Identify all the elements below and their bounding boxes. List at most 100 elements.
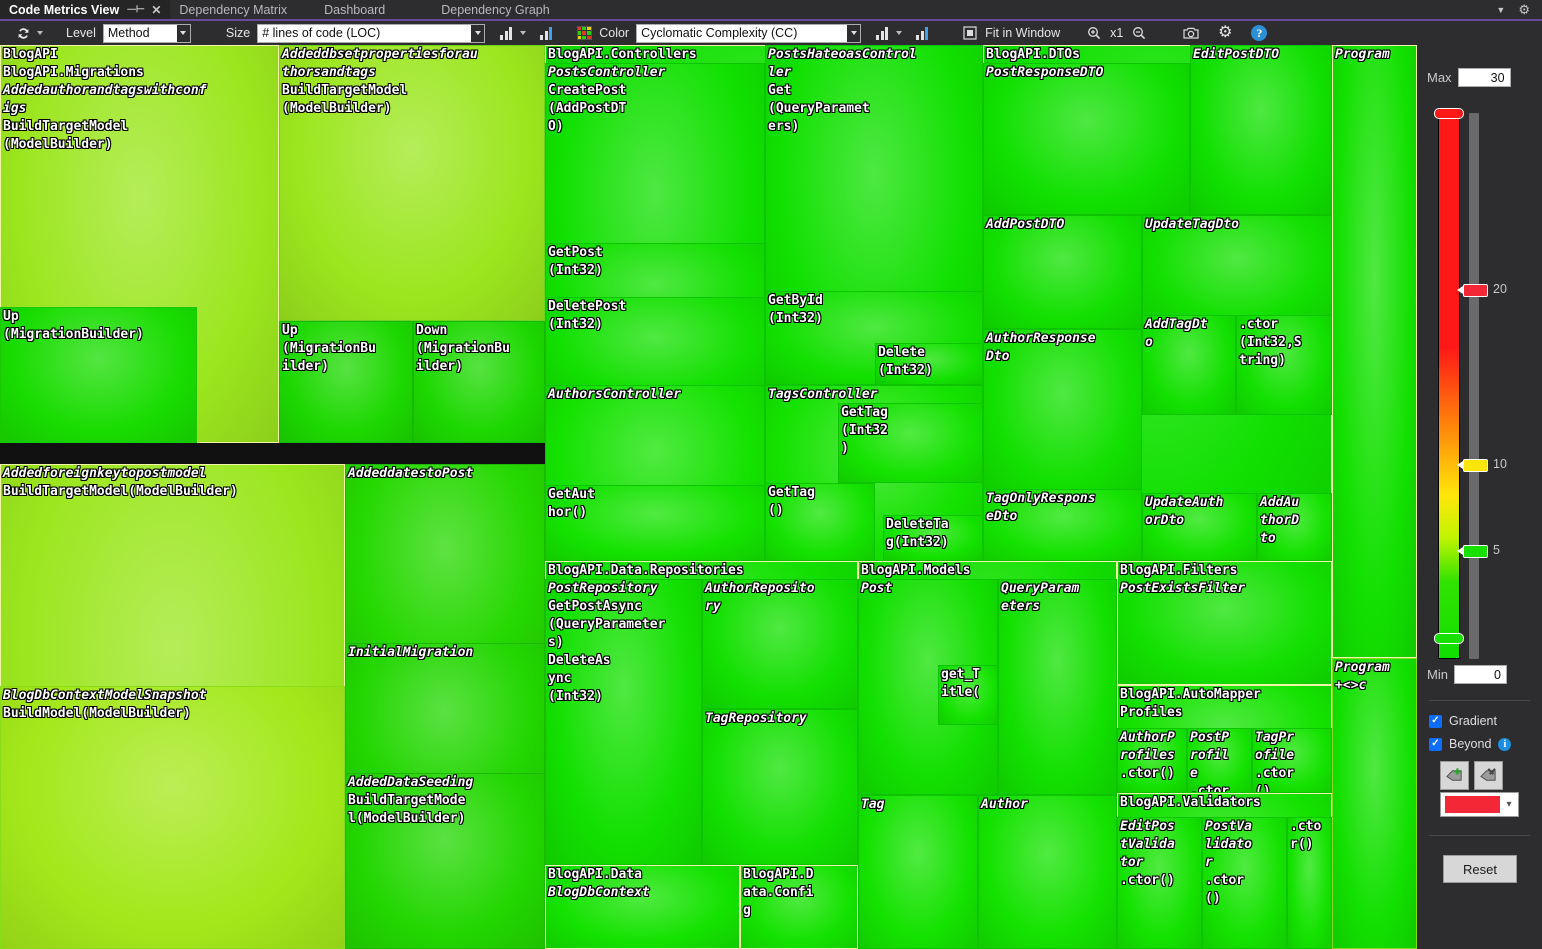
treemap-cell-program-closure[interactable]: Program +<>c bbox=[1332, 658, 1417, 949]
treemap-cell-tags-deletetag[interactable]: DeleteTa g(Int32) bbox=[883, 515, 983, 561]
treemap-cell-migration-up-left[interactable]: Up (MigrationBuilder) bbox=[0, 307, 197, 443]
legend-stop-20-label: 20 bbox=[1493, 282, 1507, 296]
max-range-handle[interactable] bbox=[1434, 108, 1464, 119]
color-swatch-icon[interactable] bbox=[573, 21, 595, 45]
treemap-cell-model-tag[interactable]: Tag bbox=[858, 795, 978, 949]
treemap-cell-edit-post-validator[interactable]: EditPos tValida tor .ctor() bbox=[1117, 817, 1202, 949]
tab-dashboard[interactable]: Dashboard bbox=[296, 0, 413, 19]
treemap-cell-tag-only-response-dto[interactable]: TagOnlyRespons eDto bbox=[983, 489, 1142, 561]
color-bar-chart-icon[interactable] bbox=[871, 21, 893, 45]
zoom-out-icon[interactable] bbox=[1128, 21, 1150, 45]
gradient-checkbox-row[interactable]: Gradient bbox=[1429, 714, 1497, 728]
treemap-cell-label: BlogAPI.Data.Repositories bbox=[548, 563, 744, 578]
size-combobox[interactable]: # lines of code (LOC) bbox=[257, 23, 486, 43]
reset-button[interactable]: Reset bbox=[1443, 855, 1517, 883]
chevron-down-icon[interactable]: ▼ bbox=[1496, 5, 1505, 15]
treemap-cell-migration-down-mid[interactable]: Down (MigrationBu ilder) bbox=[413, 321, 545, 443]
treemap-cell-migration-up-mid[interactable]: Up (MigrationBu ilder) bbox=[279, 321, 413, 443]
beyond-checkbox[interactable] bbox=[1429, 737, 1442, 751]
refresh-dropdown-icon[interactable] bbox=[34, 21, 45, 45]
close-icon[interactable]: ✕ bbox=[151, 4, 161, 16]
gradient-slider-track[interactable] bbox=[1469, 113, 1479, 659]
color-chart-help-icon[interactable] bbox=[911, 21, 933, 45]
refresh-icon[interactable] bbox=[12, 21, 34, 45]
treemap-cell-label: Up (MigrationBu ilder) bbox=[282, 323, 376, 374]
treemap-cell-update-tag-dto[interactable]: UpdateTagDto bbox=[1142, 215, 1332, 329]
treemap-cell-edit-post-dto[interactable]: EditPostDTO bbox=[1190, 45, 1332, 215]
chevron-down-icon[interactable] bbox=[847, 24, 861, 42]
treemap-cell-add-tag-ctor[interactable]: .ctor (Int32,S tring) bbox=[1236, 315, 1332, 415]
treemap-cell-add-tag-dto[interactable]: AddTagDt o bbox=[1142, 315, 1236, 415]
panel-divider-bottom bbox=[1429, 835, 1530, 836]
chevron-down-icon[interactable] bbox=[471, 24, 485, 42]
level-combobox[interactable]: Method bbox=[102, 23, 191, 43]
treemap-cell-added-data-seeding[interactable]: AddedDataSeeding BuildTargetMode l(ModelB… bbox=[345, 773, 545, 949]
treemap-cell-post-profile[interactable]: PostP rofil e .ctor () bbox=[1187, 728, 1252, 793]
legend-stop-5[interactable] bbox=[1457, 545, 1488, 558]
gradient-checkbox[interactable] bbox=[1429, 714, 1442, 728]
size-chart-dropdown-icon[interactable] bbox=[517, 21, 528, 45]
tab-code-metrics-view[interactable]: Code Metrics View ⏤⊢ ✕ bbox=[0, 0, 171, 19]
treemap-cell-model-author[interactable]: Author bbox=[978, 795, 1117, 949]
min-input[interactable]: 0 bbox=[1453, 665, 1507, 684]
size-bar-chart-icon[interactable] bbox=[495, 21, 517, 45]
treemap-cell-model-query-parameters[interactable]: QueryParam eters bbox=[998, 579, 1117, 795]
legend-stop-20[interactable] bbox=[1457, 284, 1488, 297]
fit-in-window-icon[interactable] bbox=[959, 21, 981, 45]
gear-icon[interactable]: ⚙ bbox=[1518, 2, 1530, 18]
treemap-cell-added-dbset-props[interactable]: Addeddbsetpropertiesforau thorsandtags Bu… bbox=[279, 45, 545, 321]
treemap-cell-authors-getauthor[interactable]: GetAut hor() bbox=[545, 485, 765, 561]
treemap-cell-tags-gettag[interactable]: GetTag () bbox=[765, 483, 875, 561]
info-icon[interactable]: i bbox=[1498, 737, 1512, 751]
max-input[interactable]: 30 bbox=[1457, 68, 1511, 87]
add-color-stop-button[interactable] bbox=[1440, 761, 1469, 790]
treemap-cell-add-post-dto[interactable]: AddPostDTO bbox=[983, 215, 1142, 329]
chevron-down-icon[interactable]: ▾ bbox=[1500, 799, 1518, 810]
treemap-cell-blogapi-data[interactable]: BlogAPI.Data BlogDbContext bbox=[545, 865, 740, 949]
color-chart-dropdown-icon[interactable] bbox=[893, 21, 904, 45]
treemap-cell-tags-gettag-int32[interactable]: GetTag (Int32 ) bbox=[838, 403, 983, 483]
treemap-cell-tag-repository[interactable]: TagRepository bbox=[702, 709, 858, 865]
treemap-cell-label: .ctor (Int32,S tring) bbox=[1239, 317, 1302, 368]
treemap-cell-add-author-dto[interactable]: AddAu thorD to bbox=[1257, 493, 1332, 561]
chevron-down-icon[interactable] bbox=[176, 24, 190, 42]
treemap-cell-label: Down (MigrationBu ilder) bbox=[416, 323, 510, 374]
treemap-cell-blogapi-data-config[interactable]: BlogAPI.D ata.Confi g bbox=[740, 865, 858, 949]
gear-icon[interactable]: ⚙ bbox=[1214, 21, 1236, 45]
color-picker[interactable]: ▾ bbox=[1440, 792, 1519, 817]
tab-dependency-graph[interactable]: Dependency Graph bbox=[413, 0, 558, 19]
treemap-canvas[interactable]: BlogAPI BlogAPI.Migrations Addedauthorandt… bbox=[0, 45, 1417, 949]
treemap-cell-blogdbcontext-snapshot[interactable]: BlogDbContextModelSnapshot BuildModel(Mod… bbox=[0, 686, 345, 949]
treemap-cell-blogapi-filters[interactable]: BlogAPI.Filters PostExistsFilter bbox=[1117, 561, 1332, 685]
treemap-cell-update-author-dto[interactable]: UpdateAuth orDto bbox=[1142, 493, 1257, 561]
treemap-cell-post-response-dto[interactable]: PostResponseDTO bbox=[983, 63, 1190, 215]
treemap-cell-label: PostVa lidato r bbox=[1205, 819, 1252, 870]
treemap-cell-label: BlogAPI.D ata.Confi g bbox=[743, 867, 814, 918]
color-metric-combobox[interactable]: Cyclomatic Complexity (CC) bbox=[636, 23, 862, 43]
tab-dependency-matrix[interactable]: Dependency Matrix bbox=[170, 0, 296, 19]
treemap-cell-model-get-title[interactable]: get_T itle( bbox=[938, 665, 998, 725]
treemap-cell-author-repository[interactable]: AuthorReposito ry bbox=[702, 579, 858, 709]
pin-icon[interactable]: ⏤⊢ bbox=[127, 4, 144, 15]
min-range-handle[interactable] bbox=[1434, 633, 1464, 644]
treemap-cell-post-validator-ctor[interactable]: .cto r() bbox=[1287, 817, 1332, 949]
fit-in-window-label[interactable]: Fit in Window bbox=[981, 26, 1067, 40]
size-chart-help-icon[interactable] bbox=[535, 21, 557, 45]
legend-stop-10[interactable] bbox=[1457, 459, 1488, 472]
treemap-cell-author-profiles[interactable]: AuthorP rofiles .ctor() bbox=[1117, 728, 1187, 793]
camera-icon[interactable] bbox=[1180, 21, 1202, 45]
remove-color-stop-button[interactable] bbox=[1474, 761, 1503, 790]
treemap-cell-label: Program +<>c bbox=[1335, 660, 1390, 693]
treemap-cell-author-response-dto[interactable]: AuthorResponse Dto bbox=[983, 329, 1142, 497]
zoom-in-icon[interactable] bbox=[1083, 21, 1105, 45]
treemap-cell-post-validator[interactable]: PostVa lidato r .ctor () bbox=[1202, 817, 1287, 949]
treemap-cell-label: CreatePost (AddPostDT O) bbox=[548, 83, 627, 134]
treemap-cell-label: AuthorReposito ry bbox=[705, 581, 815, 614]
help-icon[interactable]: ? bbox=[1248, 21, 1270, 45]
beyond-checkbox-row[interactable]: Beyond i bbox=[1429, 737, 1512, 751]
treemap-cell-post-repository[interactable]: PostRepository GetPostAsync (QueryParamet… bbox=[545, 579, 702, 865]
treemap-cell-label: .cto r() bbox=[1290, 819, 1322, 852]
treemap-cell-program[interactable]: Program bbox=[1332, 45, 1417, 658]
treemap-cell-hateoas-delete[interactable]: Delete (Int32) bbox=[875, 343, 983, 385]
treemap-cell-tag-profile[interactable]: TagPr ofile .ctor () bbox=[1252, 728, 1332, 793]
